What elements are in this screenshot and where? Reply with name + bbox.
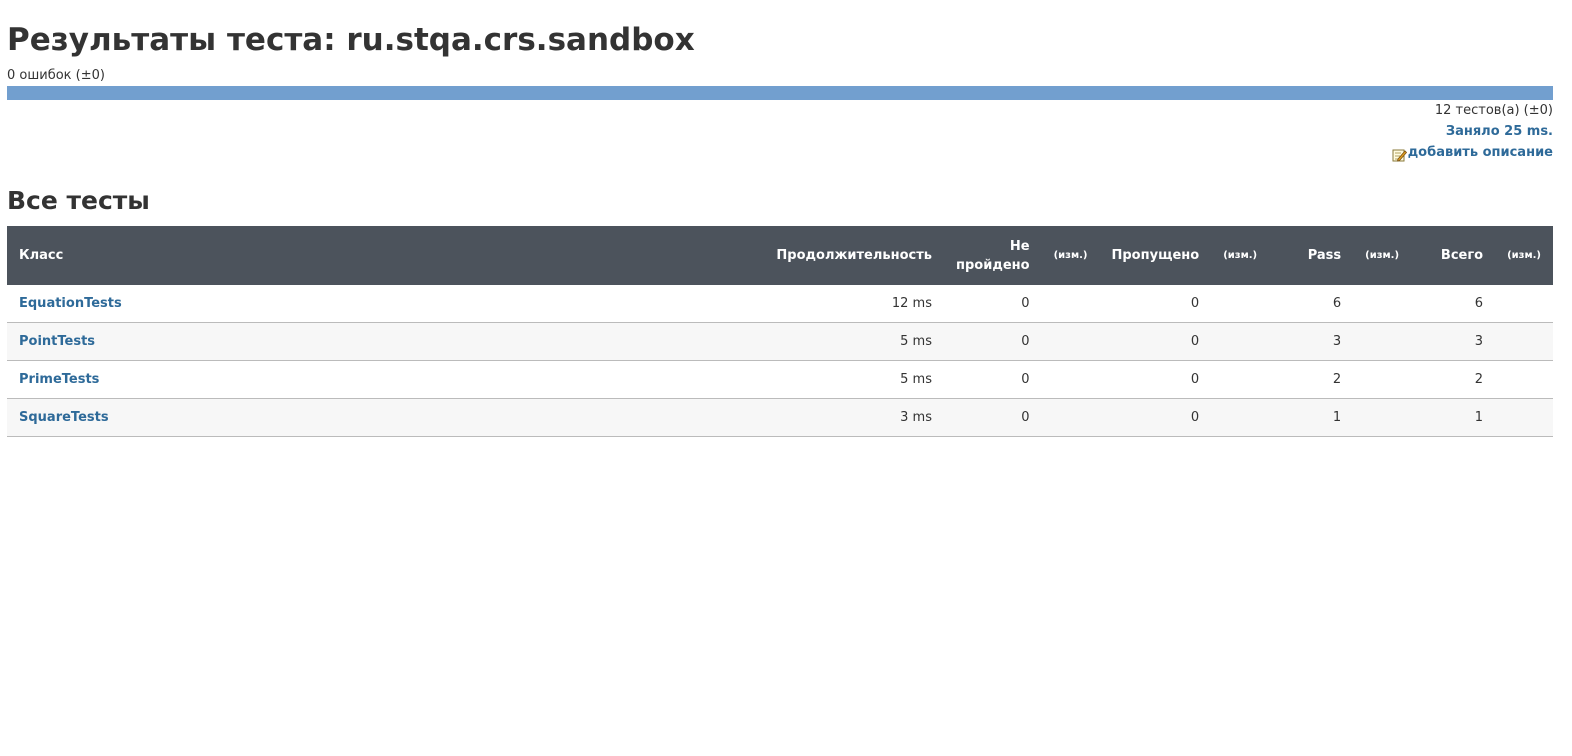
all-tests-heading: Все тесты [7,186,150,215]
cell-skipped-delta [1211,285,1270,323]
table-row: EquationTests 12 ms 0 0 6 6 [7,285,1553,323]
cell-skipped-delta [1211,398,1270,437]
cell-pass-delta [1353,398,1412,437]
cell-duration: 12 ms [740,285,944,323]
cell-total-delta [1495,322,1553,361]
header-pass-delta[interactable]: (изм.) [1353,226,1411,285]
cell-skipped-delta [1211,360,1270,399]
cell-failed: 0 [944,360,1042,399]
header-total[interactable]: Всего [1411,226,1495,285]
header-failed-delta[interactable]: (изм.) [1042,226,1100,285]
cell-skipped-delta [1211,322,1270,361]
cell-failed-delta [1041,322,1100,361]
add-description-label: добавить описание [1407,145,1553,160]
cell-skipped: 0 [1099,398,1212,437]
page-title: Результаты теста: ru.stqa.crs.sandbox [7,22,695,58]
header-total-delta[interactable]: (изм.) [1495,226,1553,285]
header-failed-line2: пройдено [956,257,1030,273]
header-skipped[interactable]: Пропущено [1100,226,1212,285]
total-duration-link[interactable]: Заняло 25 ms. [1446,124,1553,139]
cell-total: 3 [1411,322,1496,361]
tests-table: Класс Продолжительность Не пройдено (изм… [7,226,1553,437]
header-skipped-delta[interactable]: (изм.) [1211,226,1269,285]
cell-pass: 6 [1269,285,1354,323]
class-link[interactable]: EquationTests [19,296,122,311]
cell-failed-delta [1041,360,1100,399]
table-row: SquareTests 3 ms 0 0 1 1 [7,398,1553,437]
cell-total: 6 [1411,285,1496,323]
cell-duration: 5 ms [740,322,944,361]
result-progress-bar [7,86,1553,100]
cell-failed: 0 [944,285,1042,323]
cell-total-delta [1495,360,1553,399]
tests-count: 12 тестов(а) (±0) [1434,103,1553,118]
table-row: PointTests 5 ms 0 0 3 3 [7,322,1553,361]
cell-duration: 5 ms [740,360,944,399]
cell-failed-delta [1041,285,1100,323]
cell-skipped: 0 [1099,322,1212,361]
cell-pass: 3 [1269,322,1354,361]
header-class[interactable]: Класс [7,226,740,285]
cell-total: 2 [1411,360,1496,399]
table-header-row: Класс Продолжительность Не пройдено (изм… [7,226,1553,285]
cell-skipped: 0 [1099,285,1212,323]
cell-failed-delta [1041,398,1100,437]
header-failed-line1: Не [1009,238,1030,254]
cell-pass-delta [1353,322,1412,361]
header-duration[interactable]: Продолжительность [740,226,944,285]
cell-total: 1 [1411,398,1496,437]
class-link[interactable]: PointTests [19,334,95,349]
cell-failed: 0 [944,322,1042,361]
fail-summary: 0 ошибок (±0) [7,68,105,83]
header-failed[interactable]: Не пройдено [944,226,1042,285]
header-pass[interactable]: Pass [1269,226,1353,285]
cell-duration: 3 ms [740,398,944,437]
cell-failed: 0 [944,398,1042,437]
cell-pass: 2 [1269,360,1354,399]
class-link[interactable]: PrimeTests [19,372,99,387]
table-row: PrimeTests 5 ms 0 0 2 2 [7,360,1553,399]
cell-pass-delta [1353,360,1412,399]
cell-pass: 1 [1269,398,1354,437]
add-description-link[interactable]: добавить описание [1392,145,1553,162]
edit-icon [1392,148,1407,162]
cell-skipped: 0 [1099,360,1212,399]
cell-total-delta [1495,398,1553,437]
class-link[interactable]: SquareTests [19,410,109,425]
cell-total-delta [1495,285,1553,323]
result-progress-fill [7,86,1553,100]
cell-pass-delta [1353,285,1412,323]
